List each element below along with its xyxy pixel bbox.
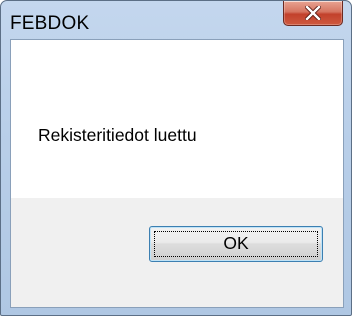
close-button[interactable] — [283, 1, 343, 26]
message-area: Rekisteritiedot luettu — [11, 40, 343, 198]
ok-button[interactable]: OK — [149, 226, 323, 262]
dialog-title: FEBDOK — [10, 13, 90, 34]
close-icon — [305, 6, 321, 20]
button-area: OK — [11, 198, 343, 307]
ok-button-label: OK — [223, 233, 249, 253]
dialog-client-area: Rekisteritiedot luettu OK — [10, 39, 344, 308]
title-bar[interactable]: FEBDOK — [1, 1, 351, 39]
dialog-window: FEBDOK Rekisteritiedot luettu OK — [0, 0, 352, 316]
dialog-message: Rekisteritiedot luettu — [38, 125, 197, 145]
